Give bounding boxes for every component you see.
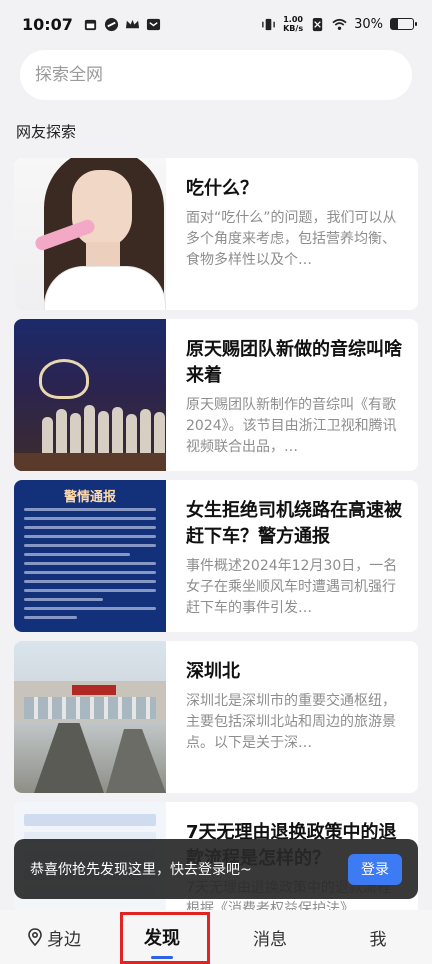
tab-messages[interactable]: 消息 bbox=[216, 910, 324, 964]
search-input[interactable] bbox=[35, 65, 412, 85]
search-bar[interactable] bbox=[20, 50, 412, 100]
status-bar: 10:07 1.00 KB/s 30% bbox=[0, 0, 432, 48]
chat-icon bbox=[146, 18, 160, 30]
vibrate-icon bbox=[262, 18, 275, 30]
card-title: 女生拒绝司机绕路在高速被赶下车？警方通报 bbox=[186, 500, 402, 547]
tab-label: 我 bbox=[369, 929, 387, 950]
card-thumbnail: 警情通报 bbox=[14, 480, 166, 632]
card-item[interactable]: 原天赐团队新做的音综叫啥来着 原天赐团队新制作的音综叫《有歌2024》。该节目由… bbox=[14, 319, 418, 471]
card-thumbnail bbox=[14, 641, 166, 793]
battery-percent: 30% bbox=[354, 16, 383, 32]
card-title: 原天赐团队新做的音综叫啥来着 bbox=[186, 339, 402, 386]
card-item[interactable]: 吃什么？ 面对“吃什么”的问题，我们可以从多个角度来考虑，包括营养均衡、食物多样… bbox=[14, 158, 418, 310]
status-time: 10:07 bbox=[22, 14, 73, 34]
card-description: 原天赐团队新制作的音综叫《有歌2024》。该节目由浙江卫视和腾讯视频联合出品，… bbox=[186, 397, 397, 455]
tab-label: 消息 bbox=[253, 929, 287, 950]
login-button[interactable]: 登录 bbox=[348, 853, 402, 885]
card-description: 面对“吃什么”的问题，我们可以从多个角度来考虑，包括营养均衡、食物多样性以及个… bbox=[186, 210, 397, 268]
tab-nearby[interactable]: 身边 bbox=[0, 910, 108, 964]
battery-icon bbox=[390, 18, 417, 30]
toast-message: 恭喜你抢先发现这里，快去登录吧~ bbox=[30, 862, 252, 878]
section-title: 网友探索 bbox=[16, 123, 77, 141]
net-speed: 1.00 KB/s bbox=[283, 15, 304, 33]
tab-label: 身边 bbox=[47, 929, 81, 950]
card-thumbnail bbox=[14, 158, 166, 310]
card-item[interactable]: 深圳北 深圳北是深圳市的重要交通枢纽，主要包括深圳北站和周边的旅游景点。以下是关… bbox=[14, 641, 418, 793]
card-title: 吃什么？ bbox=[186, 178, 258, 199]
calendar-icon bbox=[84, 19, 97, 30]
card-item[interactable]: 警情通报 女生拒绝司机绕路在高速被赶下车？警方通报 事件概述2024年12月30… bbox=[14, 480, 418, 632]
tab-me[interactable]: 我 bbox=[324, 910, 432, 964]
sim-off-icon bbox=[312, 17, 323, 31]
bottom-tab-bar: 身边 发现 消息 我 bbox=[0, 910, 432, 964]
card-description: 深圳北是深圳市的重要交通枢纽，主要包括深圳北站和周边的旅游景点。以下是关于深… bbox=[186, 693, 396, 751]
app-icon bbox=[104, 17, 118, 31]
location-pin-icon bbox=[28, 928, 42, 946]
card-title: 深圳北 bbox=[186, 661, 240, 682]
login-toast: 恭喜你抢先发现这里，快去登录吧~ 登录 bbox=[14, 839, 418, 899]
crown-icon bbox=[125, 19, 139, 28]
card-thumbnail bbox=[14, 319, 166, 471]
tab-label: 发现 bbox=[144, 928, 180, 949]
card-description: 事件概述2024年12月30日，一名女子在乘坐顺风车时遭遇司机强行赶下车的事件引… bbox=[186, 558, 398, 616]
tab-discover[interactable]: 发现 bbox=[108, 910, 216, 964]
wifi-icon bbox=[332, 18, 347, 30]
